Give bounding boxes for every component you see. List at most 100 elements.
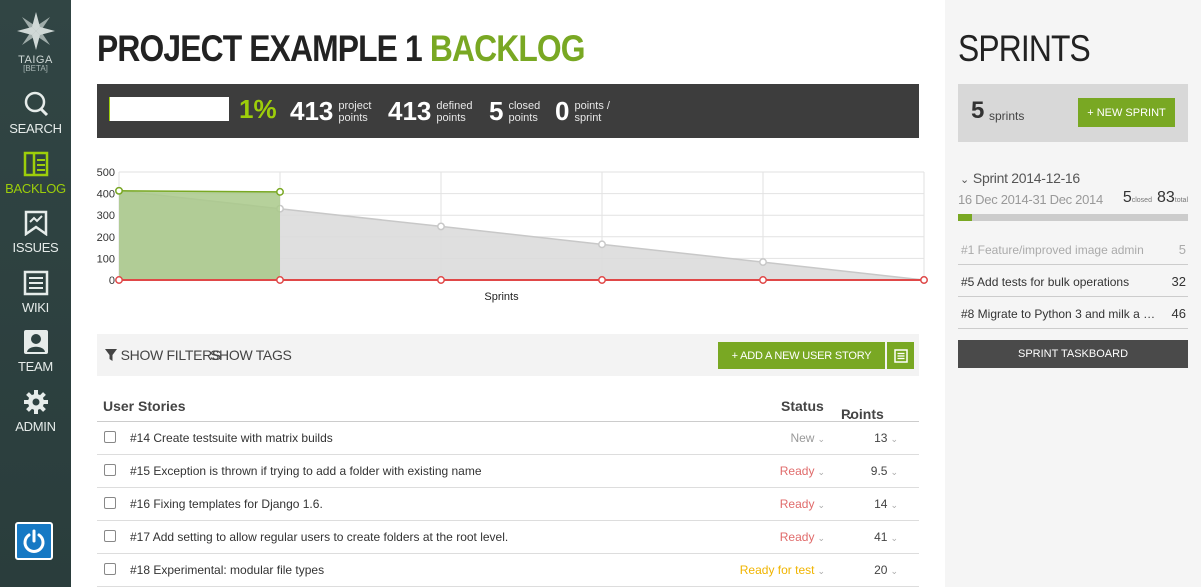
story-status[interactable]: Ready for test ⌄ [740, 563, 825, 577]
sprint-progress-bar [958, 214, 1188, 221]
story-subject[interactable]: #16 Fixing templates for Django 1.6. [130, 497, 323, 511]
team-icon [23, 330, 48, 354]
data-point [276, 187, 284, 196]
show-filters-label: SHOW FILTERS [120, 347, 222, 363]
funnel-icon [105, 349, 117, 361]
story-points[interactable]: 13 ⌄ [874, 431, 898, 445]
add-user-story-button[interactable]: + ADD A NEW USER STORY [718, 342, 885, 369]
sprint-count: 5 [971, 97, 985, 124]
story-checkbox[interactable] [104, 563, 116, 575]
backlog-toolbar: SHOW FILTERS SHOW TAGS + ADD A NEW USER … [97, 334, 919, 376]
project-points-value: 413 [290, 96, 334, 126]
story-status-label: Ready [779, 464, 815, 478]
sprint-story-item[interactable]: #1 Feature/improved image admin 5 [958, 234, 1188, 265]
new-sprint-button[interactable]: + NEW SPRINT [1078, 98, 1175, 127]
sprint-total-points: 83 [1156, 189, 1175, 206]
nav-item-issues[interactable]: ISSUES [0, 210, 71, 255]
power-icon [23, 529, 45, 553]
logout-button[interactable] [15, 522, 53, 560]
data-point [276, 276, 284, 284]
sprint-story-title[interactable]: #5 Add tests for bulk operations [961, 275, 1161, 289]
view-toggle-button[interactable] [887, 342, 914, 369]
user-stories-header: User Stories Status Points ⌄ [97, 390, 919, 422]
points-per-sprint-stat: 0 points / sprint [555, 96, 610, 127]
story-status-label: Ready for test [739, 563, 815, 577]
nav-item-team[interactable]: TEAM [0, 329, 71, 374]
story-status-label: New [790, 431, 815, 445]
chevron-down-icon: ⌄ [844, 406, 856, 422]
data-point [115, 186, 123, 195]
nav-item-wiki[interactable]: WIKI [0, 270, 71, 315]
story-status[interactable]: Ready ⌄ [780, 464, 825, 478]
sprint-taskboard-button[interactable]: SPRINT TASKBOARD [958, 340, 1188, 368]
story-subject[interactable]: #17 Add setting to allow regular users t… [130, 530, 508, 544]
sprint-closed-label: closed [1131, 197, 1152, 204]
taiga-logo[interactable]: TAIGA [BETA] [0, 10, 71, 73]
logo-beta: [BETA] [23, 64, 48, 73]
sprint-story-title[interactable]: #1 Feature/improved image admin [961, 243, 1161, 257]
story-status[interactable]: New ⌄ [790, 431, 825, 445]
progress-percent: 1% [239, 94, 277, 124]
y-tick-label: 500 [97, 167, 115, 179]
y-tick-label: 300 [97, 210, 115, 222]
points-per-sprint-value: 0 [555, 96, 570, 126]
story-checkbox[interactable] [104, 530, 116, 542]
closed-points-value: 5 [489, 96, 504, 126]
wiki-icon [23, 270, 48, 296]
sprint-closed-points: 5 [1122, 189, 1132, 206]
sprint-progress-fill [958, 214, 972, 221]
main-navigation: TAIGA [BETA] SEARCH BACKLOG ISSUES WIKI … [0, 0, 71, 587]
table-row[interactable]: #17 Add setting to allow regular users t… [97, 521, 919, 554]
story-subject[interactable]: #14 Create testsuite with matrix builds [130, 431, 333, 445]
story-status-label: Ready [779, 497, 815, 511]
y-tick-label: 400 [97, 189, 115, 201]
chevron-down-icon: ⌄ [817, 566, 825, 576]
show-tags-button[interactable]: SHOW TAGS [210, 347, 292, 363]
story-points[interactable]: 14 ⌄ [874, 497, 898, 511]
nav-item-backlog[interactable]: BACKLOG [0, 151, 71, 196]
project-points-label-1: project [338, 99, 372, 112]
story-points[interactable]: 20 ⌄ [874, 563, 898, 577]
story-subject[interactable]: #18 Experimental: modular file types [130, 563, 324, 577]
sprint-story-item[interactable]: #5 Add tests for bulk operations 32 [958, 266, 1188, 297]
story-status[interactable]: Ready ⌄ [780, 530, 825, 544]
sprints-title: SPRINTS [958, 28, 1091, 69]
sprints-sidebar: SPRINTS 5 sprints + NEW SPRINT ⌄ Sprint 2… [945, 0, 1201, 587]
sprint-count-label: sprints [989, 109, 1025, 123]
story-subject[interactable]: #15 Exception is thrown if trying to add… [130, 464, 482, 478]
story-checkbox[interactable] [104, 497, 116, 509]
table-row[interactable]: #16 Fixing templates for Django 1.6. Read… [97, 488, 919, 521]
table-row[interactable]: #15 Exception is thrown if trying to add… [97, 455, 919, 488]
col-status[interactable]: Status [781, 398, 824, 414]
show-filters-button[interactable]: SHOW FILTERS [105, 347, 221, 363]
project-points-stat: 413 project points [290, 96, 371, 127]
sprint-story-item[interactable]: #8 Migrate to Python 3 and milk a bea...… [958, 298, 1188, 329]
nav-label-issues: ISSUES [12, 240, 59, 255]
story-points[interactable]: 41 ⌄ [874, 530, 898, 544]
sprint-story-points: 5 [1178, 242, 1186, 257]
nav-label-search: SEARCH [9, 121, 62, 136]
sprint-story-points: 46 [1171, 306, 1186, 321]
sprint-toggle[interactable]: ⌄ Sprint 2014-12-16 [960, 170, 1080, 186]
table-row[interactable]: #14 Create testsuite with matrix builds N… [97, 422, 919, 455]
y-tick-label: 200 [97, 232, 115, 244]
story-points-value: 14 [874, 497, 888, 511]
data-point [759, 276, 767, 284]
nav-item-search[interactable]: SEARCH [0, 91, 71, 136]
story-status[interactable]: Ready ⌄ [780, 497, 825, 511]
defined-points-label-1: defined [436, 99, 473, 112]
story-status-label: Ready [779, 530, 815, 544]
sprint-total-label: total [1174, 197, 1188, 204]
series-area [119, 190, 280, 280]
search-icon [24, 91, 48, 117]
sprint-story-title[interactable]: #8 Migrate to Python 3 and milk a bea... [961, 307, 1161, 321]
chevron-down-icon: ⌄ [890, 434, 898, 444]
nav-label-wiki: WIKI [22, 300, 49, 315]
chevron-down-icon: ⌄ [817, 467, 825, 477]
story-checkbox[interactable] [104, 464, 116, 476]
nav-item-admin[interactable]: ADMIN [0, 389, 71, 434]
table-row[interactable]: #18 Experimental: modular file types Read… [97, 554, 919, 587]
story-points[interactable]: 9.5 ⌄ [871, 464, 898, 478]
story-checkbox[interactable] [104, 431, 116, 443]
sprint-name: Sprint 2014-12-16 [972, 170, 1080, 186]
